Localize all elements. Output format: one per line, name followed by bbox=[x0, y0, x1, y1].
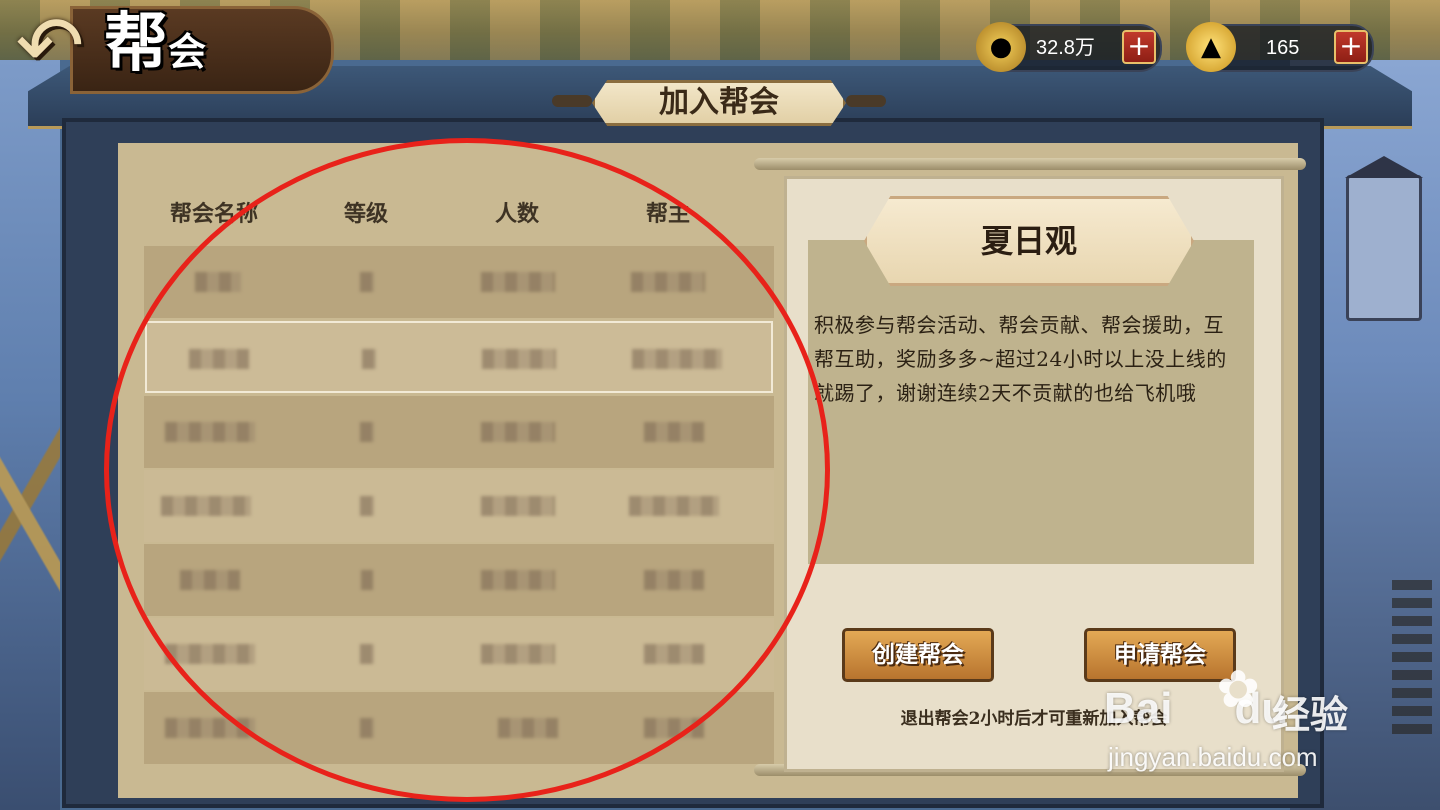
guild-name-cell bbox=[161, 496, 251, 516]
watermark-url: jingyan.baidu.com bbox=[1108, 742, 1318, 772]
guild-row-selected[interactable] bbox=[145, 321, 773, 393]
members-cell bbox=[481, 644, 555, 664]
leader-cell bbox=[631, 272, 705, 292]
scroll-rod-top bbox=[754, 158, 1306, 170]
members-cell bbox=[481, 272, 555, 292]
guild-name-cell bbox=[165, 422, 255, 442]
banner-knob-left bbox=[552, 95, 592, 107]
bamboo-decoration bbox=[0, 360, 60, 680]
members-cell bbox=[498, 718, 558, 738]
members-cell bbox=[481, 570, 555, 590]
guild-name-cell bbox=[180, 570, 240, 590]
guild-description: 积极参与帮会活动、帮会贡献、帮会援助，互帮互助，奖励多多~超过24小时以上没上线… bbox=[814, 313, 1227, 405]
guild-name-cell bbox=[165, 718, 255, 738]
coin-icon: ● bbox=[976, 22, 1026, 72]
watermark-brand: 经验 bbox=[1272, 692, 1349, 737]
members-cell bbox=[481, 422, 555, 442]
guild-name-cell bbox=[189, 349, 249, 369]
members-cell bbox=[481, 496, 555, 516]
leader-cell bbox=[644, 570, 704, 590]
chain-decoration bbox=[1392, 580, 1432, 740]
page-title-sub: 会 bbox=[168, 29, 207, 74]
guild-row[interactable] bbox=[144, 470, 774, 542]
level-cell bbox=[360, 422, 374, 442]
level-cell bbox=[360, 496, 374, 516]
column-leader: 帮主 bbox=[645, 201, 691, 227]
gold-value: 165 bbox=[1266, 37, 1300, 59]
back-arrow-icon[interactable]: ↶ bbox=[2, 4, 98, 90]
guild-name-plate: 夏日观 bbox=[864, 196, 1194, 286]
level-cell bbox=[360, 644, 374, 664]
stone-lantern-decoration bbox=[1346, 175, 1422, 321]
paw-icon: ✿ bbox=[1216, 660, 1260, 720]
level-cell bbox=[360, 272, 374, 292]
banner-knob-right bbox=[846, 95, 886, 107]
guild-row[interactable] bbox=[144, 246, 774, 318]
guild-name-cell bbox=[195, 272, 241, 292]
level-cell bbox=[362, 349, 376, 369]
leader-cell bbox=[644, 718, 704, 738]
leader-cell bbox=[632, 349, 722, 369]
coin-counter: ● 32.8万 + bbox=[976, 22, 1162, 72]
panel-title: 加入帮会 bbox=[592, 80, 846, 126]
column-level: 等级 bbox=[343, 201, 389, 227]
level-cell bbox=[361, 570, 373, 590]
leader-cell bbox=[644, 644, 704, 664]
leader-cell bbox=[629, 496, 719, 516]
guild-row[interactable] bbox=[144, 544, 774, 616]
column-members: 人数 bbox=[494, 201, 540, 227]
column-guild-name: 帮会名称 bbox=[169, 201, 259, 227]
guild-name-cell bbox=[165, 644, 255, 664]
create-guild-button[interactable]: 创建帮会 bbox=[842, 628, 994, 682]
add-gold-button[interactable]: + bbox=[1334, 30, 1368, 64]
level-cell bbox=[360, 718, 374, 738]
gold-counter: ▲ 165 + bbox=[1186, 22, 1374, 72]
guild-row[interactable] bbox=[144, 396, 774, 468]
members-cell bbox=[482, 349, 556, 369]
leader-cell bbox=[644, 422, 704, 442]
page-title-main: 帮 bbox=[104, 6, 168, 81]
guild-row[interactable] bbox=[144, 618, 774, 690]
coin-value: 32.8万 bbox=[1036, 37, 1095, 59]
page-title: 帮会 bbox=[104, 2, 206, 86]
guild-row[interactable] bbox=[144, 692, 774, 764]
watermark-logo-text: Bai bbox=[1104, 684, 1173, 733]
gold-ingot-icon: ▲ bbox=[1186, 22, 1236, 72]
add-coins-button[interactable]: + bbox=[1122, 30, 1156, 64]
